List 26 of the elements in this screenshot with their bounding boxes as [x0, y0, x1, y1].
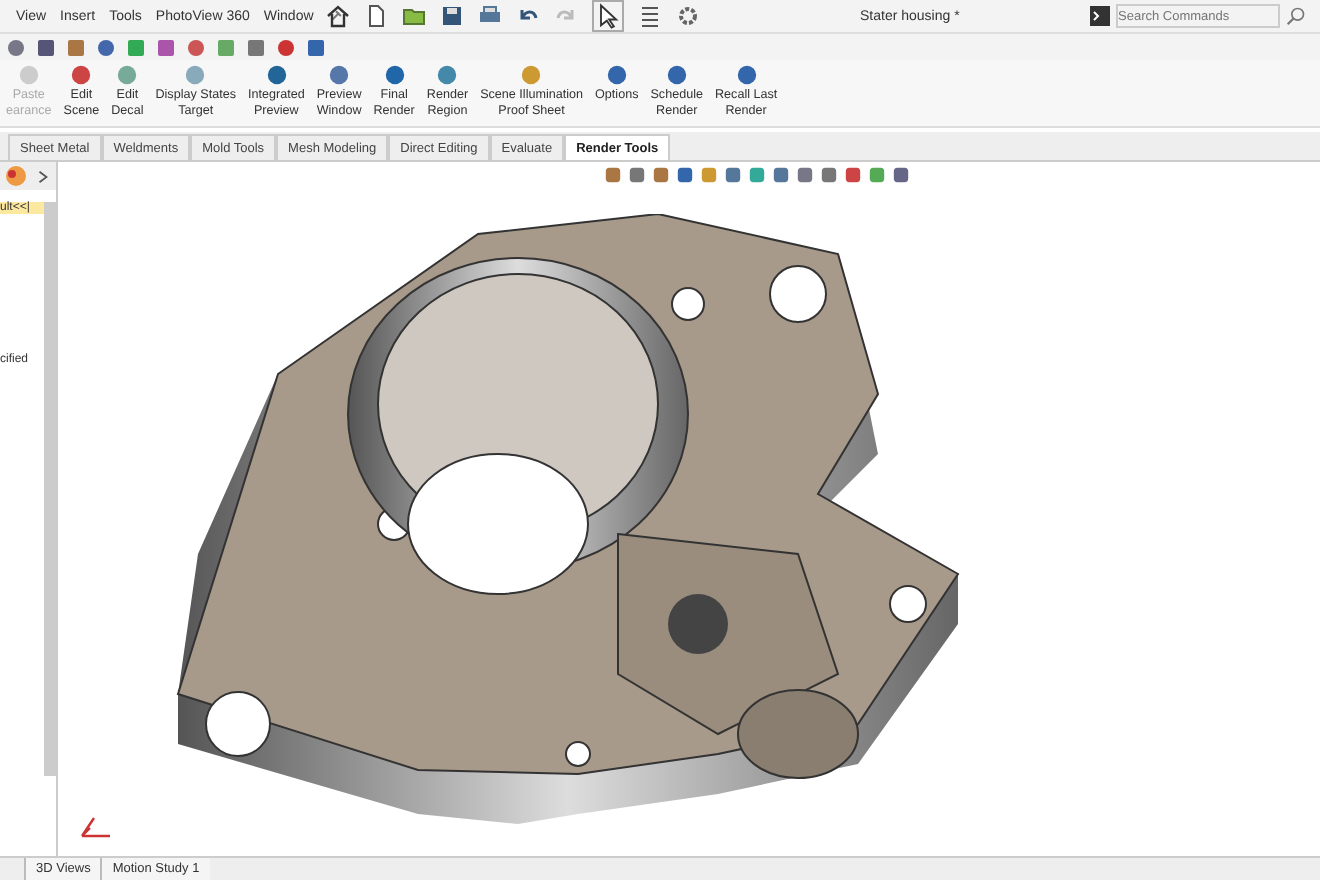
chevron-right-icon[interactable]	[36, 169, 50, 183]
sphere-icon	[383, 64, 406, 86]
sphere-icon	[17, 64, 40, 86]
sphere-icon	[665, 64, 688, 86]
gear-icon[interactable]	[676, 4, 700, 28]
sphere-icon	[70, 64, 93, 86]
home-icon[interactable]	[326, 4, 350, 28]
save-icon[interactable]	[440, 4, 464, 28]
sphere-icon	[184, 64, 207, 86]
sphere-icon	[116, 64, 139, 86]
sphere-icon	[436, 64, 459, 86]
sphere-icon	[265, 64, 288, 86]
search-icon[interactable]	[1286, 6, 1306, 26]
cursor-icon[interactable]	[592, 0, 624, 32]
sphere-icon	[735, 64, 758, 86]
sphere-icon	[328, 64, 351, 86]
printer-icon[interactable]	[478, 4, 502, 28]
command-icon	[1090, 6, 1110, 26]
scrollbar[interactable]	[44, 202, 56, 776]
sphere-icon	[605, 64, 628, 86]
sphere-icon	[520, 64, 543, 86]
folder-icon[interactable]	[402, 4, 426, 28]
list-icon[interactable]	[638, 4, 662, 28]
appearance-icon[interactable]	[4, 164, 28, 188]
document-icon[interactable]	[364, 4, 388, 28]
pin-icon[interactable]	[327, 8, 344, 24]
